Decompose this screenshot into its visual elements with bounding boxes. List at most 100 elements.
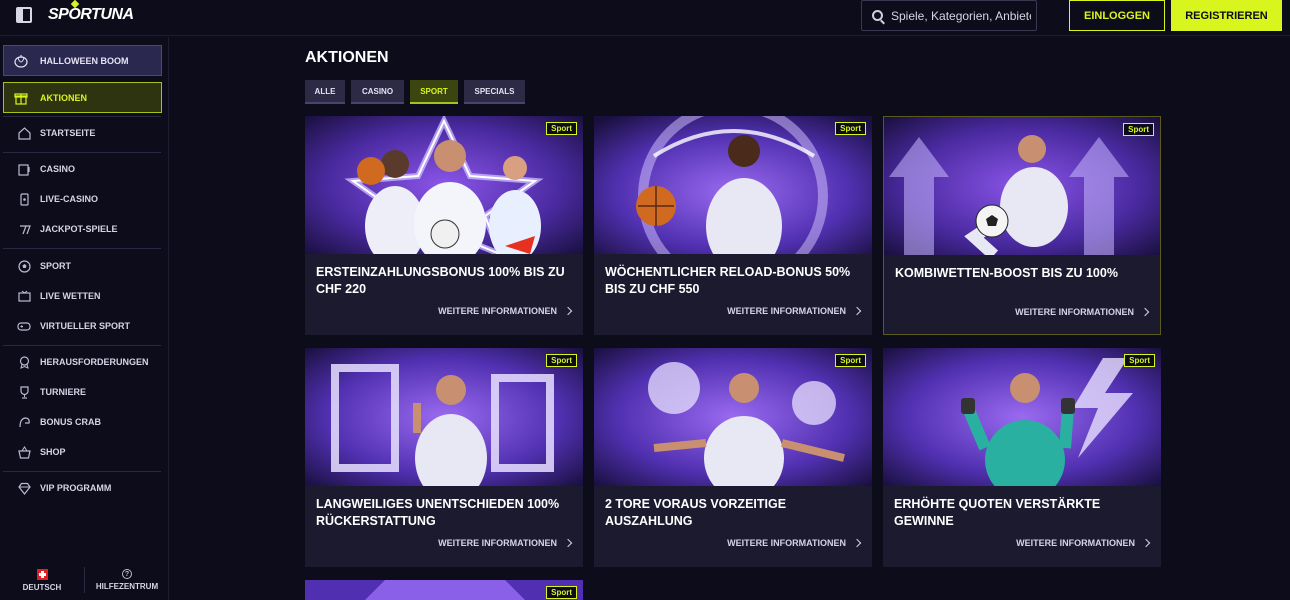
promo-card-first-deposit[interactable]: Sport ERSTEINZAHLUNGSBONUS 100% BIS ZU C… [305,116,583,335]
sidebar-item-shop[interactable]: SHOP [0,438,169,466]
promo-card-weekly-reload[interactable]: Sport WÖCHENTLICHER RELOAD-BONUS 50% BIS… [594,116,872,335]
promo-image-soccer-kick [884,117,1160,255]
more-info-link[interactable]: WEITERE INFORMATIONEN [727,306,862,316]
tv-icon [17,289,31,303]
promo-title: WÖCHENTLICHER RELOAD-BONUS 50% BIS ZU CH… [605,265,851,296]
sidebar-item-label: LIVE WETTEN [40,291,101,301]
sidebar-promo-label: AKTIONEN [40,92,87,103]
gift-icon [14,91,28,105]
promo-title: ERHÖHTE QUOTEN VERSTÄRKTE GEWINNE [894,497,1101,528]
sidebar-item-sport[interactable]: SPORT [0,252,169,280]
promo-title: ERSTEINZAHLUNGSBONUS 100% BIS ZU CHF 220 [316,265,565,296]
sidebar-item-label: CASINO [40,164,76,174]
more-info-label: WEITERE INFORMATIONEN [438,306,557,316]
category-badge: Sport [546,354,577,367]
more-info-link[interactable]: WEITERE INFORMATIONEN [727,538,862,548]
promo-image-partial [305,580,583,600]
more-info-label: WEITERE INFORMATIONEN [727,306,846,316]
trophy-icon [17,385,31,399]
search-box[interactable] [861,0,1037,31]
more-info-link[interactable]: WEITERE INFORMATIONEN [438,538,573,548]
more-info-label: WEITERE INFORMATIONEN [438,538,557,548]
promo-image-goalkeeper [883,348,1161,486]
divider [3,248,161,249]
promo-title: LANGWEILIGES UNENTSCHIEDEN 100% RÜCKERST… [316,497,560,528]
category-badge: Sport [1123,123,1154,136]
category-badge: Sport [546,586,577,599]
chevron-right-icon [1141,538,1151,548]
promo-title: KOMBIWETTEN-BOOST BIS ZU 100% [895,266,1118,280]
sidebar-promo-label: HALLOWEEN BOOM [40,55,129,66]
basket-icon [17,445,31,459]
sidebar-item-herausforderungen[interactable]: HERAUSFORDERUNGEN [0,348,169,376]
sidebar-item-jackpot-spiele[interactable]: JACKPOT-SPIELE [0,215,169,243]
promo-image-two-balls-player [594,348,872,486]
sidebar-item-live-wetten[interactable]: LIVE WETTEN [0,282,169,310]
sidebar-item-vip-programm[interactable]: VIP PROGRAMM [0,474,169,502]
promo-image-athletes [305,116,583,254]
gamepad-icon [17,319,31,333]
tab-casino[interactable]: CASINO [351,80,404,104]
promo-title: 2 TORE VORAUS VORZEITIGE AUSZAHLUNG [605,497,787,528]
tab-sport[interactable]: SPORT [410,80,458,104]
crab-claw-icon [17,415,31,429]
login-button[interactable]: EINLOGGEN [1069,0,1165,31]
promo-card-boosted-odds[interactable]: Sport ERHÖHTE QUOTEN VERSTÄRKTE GEWINNE … [883,348,1161,567]
promo-card-early-payout[interactable]: Sport 2 TORE VORAUS VORZEITIGE AUSZAHLUN… [594,348,872,567]
help-center-link[interactable]: ? HILFEZENTRUM [85,560,169,600]
tab-specials[interactable]: SPECIALS [464,80,525,104]
swiss-flag-icon [36,568,48,580]
sidebar-item-virtueller-sport[interactable]: VIRTUELLER SPORT [0,312,169,340]
promo-image-basketball-player [594,116,872,254]
sidebar-item-label: VIP PROGRAMM [40,483,112,493]
pumpkin-icon [14,54,28,68]
chevron-right-icon [852,538,862,548]
divider [3,116,161,117]
tab-alle[interactable]: ALLE [305,80,345,104]
sidebar-item-turniere[interactable]: TURNIERE [0,378,169,406]
more-info-label: WEITERE INFORMATIONEN [1016,538,1135,548]
sidebar-toggle-icon[interactable] [16,7,32,23]
diamond-icon [17,481,31,495]
sidebar-item-label: HERAUSFORDERUNGEN [40,357,149,367]
promo-card-draw-refund[interactable]: Sport LANGWEILIGES UNENTSCHIEDEN 100% RÜ… [305,348,583,567]
medal-icon [17,355,31,369]
sidebar-promo-aktionen[interactable]: AKTIONEN [3,82,162,113]
logo[interactable]: SPORTUNA [48,6,134,24]
soccer-ball-icon [17,259,31,273]
sidebar-item-live-casino[interactable]: LIVE-CASINO [0,185,169,213]
divider [3,471,161,472]
sidebar-item-startseite[interactable]: STARTSEITE [0,119,169,147]
language-selector[interactable]: DEUTSCH [0,560,84,600]
more-info-link[interactable]: WEITERE INFORMATIONEN [1015,307,1150,317]
sidebar-item-label: SPORT [40,261,72,271]
sidebar-item-label: STARTSEITE [40,128,96,138]
sidebar: HALLOWEEN BOOM AKTIONEN STARTSEITE CASIN… [0,37,169,600]
sidebar-promo-halloween[interactable]: HALLOWEEN BOOM [3,45,162,76]
sidebar-item-casino[interactable]: CASINO [0,155,169,183]
sidebar-item-label: LIVE-CASINO [40,194,99,204]
top-bar: SPORTUNA EINLOGGEN REGISTRIEREN [0,0,1290,36]
sidebar-item-label: JACKPOT-SPIELE [40,224,118,234]
promo-card-combi-boost[interactable]: Sport KOMBIWETTEN-BOOST BIS ZU 100% WEIT… [883,116,1161,335]
more-info-link[interactable]: WEITERE INFORMATIONEN [1016,538,1151,548]
seven-icon [17,222,31,236]
chevron-right-icon [852,306,862,316]
help-icon: ? [122,569,132,579]
promo-card-partial[interactable]: Sport [305,580,583,600]
slot-machine-icon [17,162,31,176]
category-badge: Sport [546,122,577,135]
phone-card-icon [17,192,31,206]
chevron-right-icon [1140,307,1150,317]
promo-image-scoreboard-player [305,348,583,486]
category-badge: Sport [835,354,866,367]
more-info-link[interactable]: WEITERE INFORMATIONEN [438,306,573,316]
search-icon [872,10,883,21]
more-info-label: WEITERE INFORMATIONEN [727,538,846,548]
search-input[interactable] [891,8,1031,23]
divider [3,345,161,346]
chevron-right-icon [563,306,573,316]
register-button[interactable]: REGISTRIEREN [1171,0,1282,31]
sidebar-item-label: BONUS CRAB [40,417,102,427]
sidebar-item-bonus-crab[interactable]: BONUS CRAB [0,408,169,436]
